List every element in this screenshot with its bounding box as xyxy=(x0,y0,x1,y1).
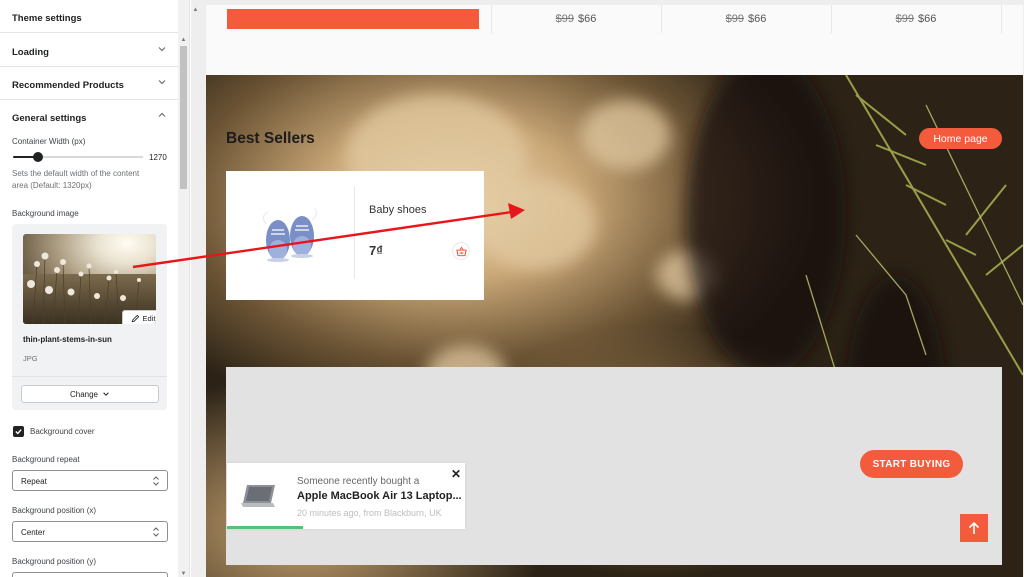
scroll-to-top-button[interactable] xyxy=(960,514,988,542)
product-price: 7₫ xyxy=(369,243,383,258)
background-repeat-select[interactable]: Repeat xyxy=(12,470,168,491)
background-cover-label: Background cover xyxy=(30,427,95,436)
chevron-down-icon xyxy=(158,80,166,85)
section-recommended-label: Recommended Products xyxy=(12,80,124,91)
theme-settings-sidebar: Theme settings Loading Recommended Produ… xyxy=(0,0,190,577)
price-cell: $99 $66 xyxy=(661,5,831,33)
section-title: Best Sellers xyxy=(226,130,315,147)
image-file-type: JPG xyxy=(23,354,38,363)
background-cover-checkbox[interactable] xyxy=(13,426,24,437)
container-width-label: Container Width (px) xyxy=(12,137,86,146)
background-position-y-label: Background position (y) xyxy=(12,557,97,566)
container-width-slider-handle[interactable] xyxy=(33,152,43,162)
scroll-up-arrow-icon[interactable]: ▲ xyxy=(180,37,187,43)
container-width-value: 1270 xyxy=(149,153,167,162)
chevron-up-icon xyxy=(158,112,166,117)
store-preview: $99 $66 $99 $66 $99 $66 Best Sellers Hom… xyxy=(206,5,1023,577)
notification-product[interactable]: Apple MacBook Air 13 Laptop... xyxy=(297,490,462,502)
section-general-label: General settings xyxy=(12,113,87,124)
arrow-up-icon xyxy=(968,521,980,534)
image-file-name: thin-plant-stems-in-sun xyxy=(23,335,112,344)
background-position-x-label: Background position (x) xyxy=(12,506,97,515)
chevron-down-icon xyxy=(158,47,166,52)
section-loading[interactable]: Loading xyxy=(0,34,178,67)
background-position-x-select[interactable]: Center xyxy=(12,521,168,542)
product-image xyxy=(262,207,318,262)
section-recommended-products[interactable]: Recommended Products xyxy=(0,67,178,100)
price-cell: $99 $66 xyxy=(831,5,1001,33)
basket-icon xyxy=(456,246,467,257)
divider xyxy=(12,376,167,377)
divider xyxy=(1001,5,1002,33)
pencil-icon xyxy=(131,314,139,323)
sidebar-scrollbar-thumb[interactable] xyxy=(180,46,187,189)
checkmark-icon xyxy=(15,429,22,435)
select-arrows-icon xyxy=(153,476,159,486)
app-window: Theme settings Loading Recommended Produ… xyxy=(0,0,1024,577)
notification-progress-bar xyxy=(227,526,303,529)
close-icon[interactable]: ✕ xyxy=(451,467,461,481)
background-repeat-label: Background repeat xyxy=(12,455,80,464)
container-width-help: Sets the default width of the content ar… xyxy=(12,169,140,190)
scroll-down-arrow-icon[interactable]: ▼ xyxy=(180,571,187,577)
section-loading-label: Loading xyxy=(12,47,49,58)
price-bar xyxy=(227,9,479,29)
new-price: $66 xyxy=(578,13,597,25)
background-image-card: Edit thin-plant-stems-in-sun JPG Change xyxy=(12,224,167,410)
notification-meta: 20 minutes ago, from Blackburn, UK xyxy=(297,508,442,518)
laptop-image xyxy=(241,485,275,507)
edit-image-label: Edit xyxy=(142,314,156,323)
background-repeat-value: Repeat xyxy=(21,477,47,486)
product-name[interactable]: Baby shoes xyxy=(369,204,426,216)
price-cell: $99 $66 xyxy=(491,5,661,33)
start-buying-button[interactable]: START BUYING xyxy=(860,450,963,478)
change-image-label: Change xyxy=(69,389,99,399)
background-position-y-select[interactable] xyxy=(12,572,168,577)
divider xyxy=(354,187,355,279)
background-image-thumbnail: Edit xyxy=(23,234,156,324)
theme-settings-header: Theme settings xyxy=(0,0,178,33)
new-price: $66 xyxy=(748,13,767,25)
background-position-x-value: Center xyxy=(21,528,46,537)
recent-purchase-notification[interactable]: Someone recently bought a Apple MacBook … xyxy=(227,463,465,529)
add-to-cart-button[interactable] xyxy=(452,242,470,260)
select-arrows-icon xyxy=(153,527,159,537)
product-card[interactable]: Baby shoes 7₫ xyxy=(226,171,484,300)
preview-scroll-up-icon[interactable]: ▲ xyxy=(192,7,199,13)
home-page-link[interactable]: Home page xyxy=(919,128,1002,149)
old-price: $99 xyxy=(895,13,914,25)
edit-image-button[interactable]: Edit xyxy=(122,310,156,324)
old-price: $99 xyxy=(725,13,744,25)
theme-settings-title: Theme settings xyxy=(12,13,82,24)
chevron-down-icon xyxy=(103,392,109,396)
settings-panel: Theme settings Loading Recommended Produ… xyxy=(0,0,178,577)
change-image-button[interactable]: Change xyxy=(21,385,159,403)
section-general-settings[interactable]: General settings xyxy=(0,100,178,133)
background-image-label: Background image xyxy=(12,209,79,218)
old-price: $99 xyxy=(555,13,574,25)
new-price: $66 xyxy=(918,13,937,25)
notification-intro: Someone recently bought a xyxy=(297,476,420,487)
